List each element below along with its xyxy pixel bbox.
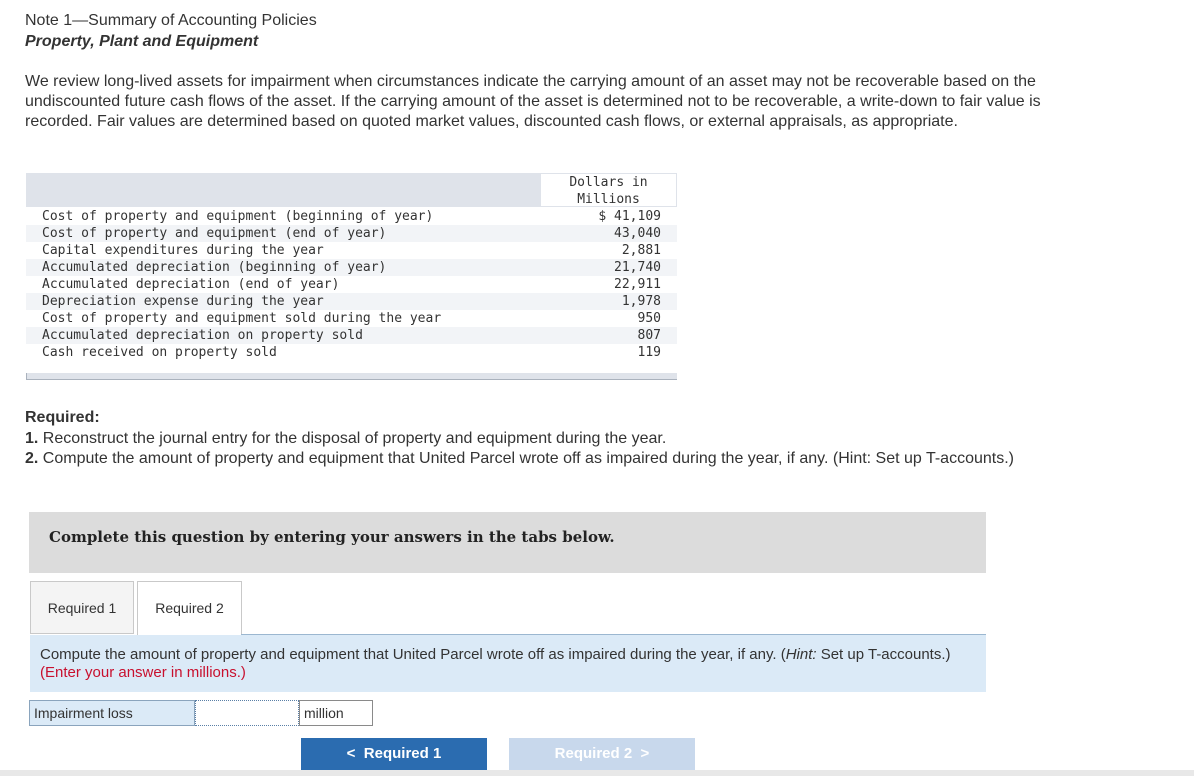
question-text-b: Set up T-accounts.): [816, 646, 951, 663]
next-button-label: Required 2: [554, 745, 633, 762]
table-row: Cost of property and equipment sold duri…: [26, 310, 677, 327]
table-row: Accumulated depreciation (beginning of y…: [26, 259, 677, 276]
tab-required-1[interactable]: Required 1: [30, 581, 134, 634]
note-subtitle: Property, Plant and Equipment: [25, 33, 259, 50]
required-list: 1. Reconstruct the journal entry for the…: [25, 429, 1055, 469]
row-value: 2,881: [621, 243, 661, 258]
row-value: 22,911: [614, 277, 661, 292]
question-text: Compute the amount of property and equip…: [40, 646, 980, 682]
prev-button-label: Required 1: [363, 745, 442, 762]
required-heading: Required:: [25, 409, 100, 426]
row-label: Depreciation expense during the year: [42, 294, 324, 309]
hint-label: Hint:: [785, 646, 817, 663]
unit-label: million: [299, 700, 373, 726]
row-label: Capital expenditures during the year: [42, 243, 324, 258]
table-row: Cost of property and equipment (beginnin…: [26, 208, 677, 225]
instruction-banner-text: Complete this question by entering your …: [49, 528, 615, 546]
row-label: Accumulated depreciation (beginning of y…: [42, 260, 387, 275]
required-item-2: 2. Compute the amount of property and eq…: [25, 449, 1055, 469]
table-row: Capital expenditures during the year 2,88…: [26, 242, 677, 259]
table-row: Accumulated depreciation (end of year) 22…: [26, 276, 677, 293]
table-row: Cash received on property sold 119: [26, 344, 677, 361]
tab-required-2[interactable]: Required 2: [137, 581, 242, 636]
row-label: Cost of property and equipment (beginnin…: [42, 209, 434, 224]
column-header-text: Dollars in Millions: [569, 175, 648, 207]
row-value: 119: [637, 345, 661, 360]
impairment-loss-label: Impairment loss: [29, 700, 195, 726]
prev-required-button[interactable]: < Required 1: [301, 738, 487, 770]
table-footer-bar: [26, 373, 677, 380]
row-value: 807: [637, 328, 661, 343]
intro-paragraph: We review long-lived assets for impairme…: [25, 73, 1041, 130]
row-value: 950: [637, 311, 661, 326]
row-value: 1,978: [621, 294, 661, 309]
chevron-right-icon: >: [640, 745, 650, 762]
required-item-1-text: Reconstruct the journal entry for the di…: [42, 430, 667, 447]
table-row: Cost of property and equipment (end of y…: [26, 225, 677, 242]
row-label: Cash received on property sold: [42, 345, 277, 360]
row-label: Accumulated depreciation on property sol…: [42, 328, 363, 343]
row-label: Cost of property and equipment (end of y…: [42, 226, 387, 241]
next-required-button[interactable]: Required 2 >: [509, 738, 695, 770]
question-text-a: Compute the amount of property and equip…: [40, 646, 786, 663]
chevron-left-icon: <: [346, 745, 356, 762]
note-title: Note 1—Summary of Accounting Policies: [25, 12, 317, 29]
bottom-divider: [0, 770, 1194, 776]
required-item-1: 1. Reconstruct the journal entry for the…: [25, 429, 1055, 449]
row-value: $ 41,109: [598, 209, 661, 224]
table-column-header: Dollars in Millions: [540, 173, 677, 207]
required-item-1-number: 1.: [25, 430, 39, 447]
row-label: Cost of property and equipment sold duri…: [42, 311, 442, 326]
row-label: Accumulated depreciation (end of year): [42, 277, 340, 292]
impairment-loss-input[interactable]: [195, 700, 299, 726]
data-table: Cost of property and equipment (beginnin…: [26, 208, 677, 361]
required-item-2-text: Compute the amount of property and equip…: [42, 450, 1014, 467]
table-row: Accumulated depreciation on property sol…: [26, 327, 677, 344]
answer-instruction: (Enter your answer in millions.): [40, 664, 246, 681]
row-value: 43,040: [614, 226, 661, 241]
required-item-2-number: 2.: [25, 450, 39, 467]
row-value: 21,740: [614, 260, 661, 275]
table-row: Depreciation expense during the year 1,97…: [26, 293, 677, 310]
